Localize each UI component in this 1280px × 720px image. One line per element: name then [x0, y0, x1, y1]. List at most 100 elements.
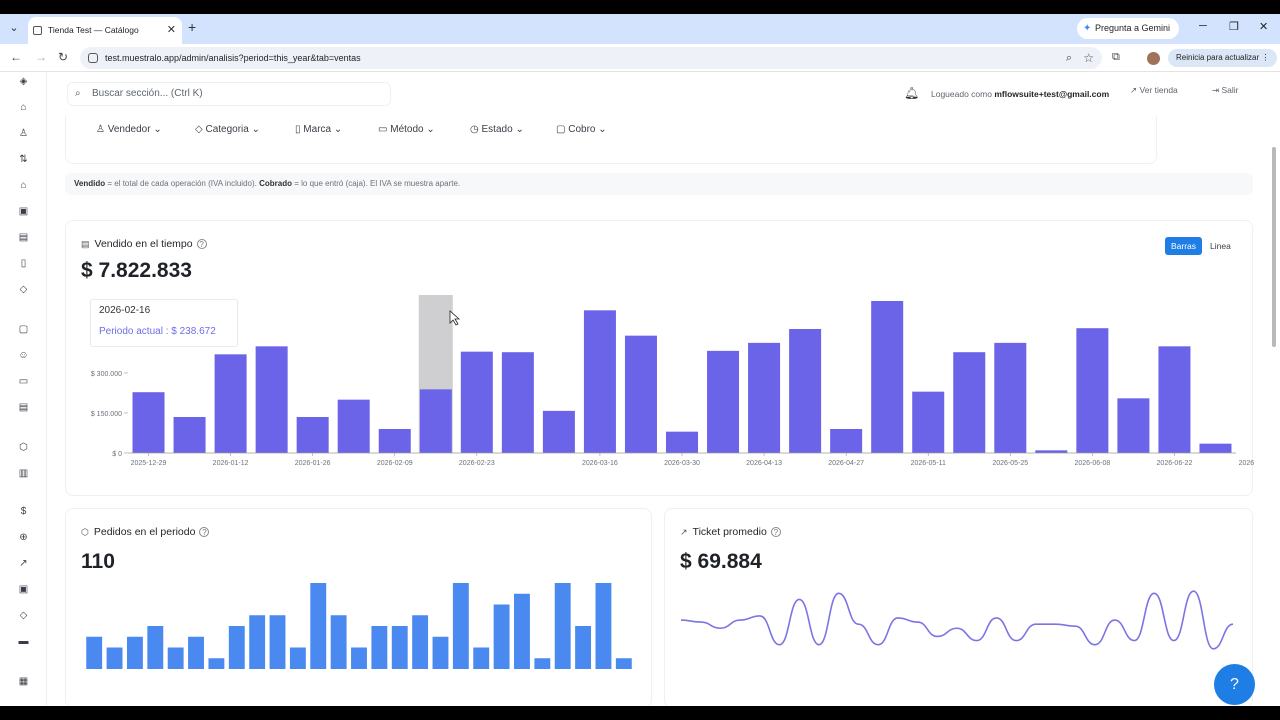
wallet-icon: ▢	[556, 124, 566, 135]
sold-bar	[1117, 398, 1150, 453]
minimize-icon[interactable]: ─	[1199, 20, 1207, 32]
update-button[interactable]: Reinicia para actualizar ⋮	[1168, 49, 1278, 67]
sold-bar	[994, 342, 1027, 453]
sidebar-image-icon[interactable]: ▣	[18, 206, 29, 217]
sidebar-dollar-icon[interactable]: $	[18, 506, 29, 517]
gemini-button[interactable]: ✦ Pregunta a Gemini	[1077, 18, 1180, 39]
sidebar-tags-icon[interactable]: ◇	[18, 284, 29, 295]
search-placeholder: Buscar sección... (Ctrl K)	[92, 88, 203, 99]
card-icon: ▭	[378, 124, 388, 135]
sidebar-download-icon[interactable]: ⊕	[18, 532, 29, 543]
search-icon: ⌕	[75, 88, 81, 99]
orders-bar	[615, 658, 632, 669]
sold-bar	[1158, 346, 1191, 453]
page-scrollbar[interactable]	[1267, 72, 1280, 706]
sidebar-home-icon[interactable]: ⌂	[18, 180, 29, 191]
sidebar-building-icon[interactable]: ▦	[18, 676, 29, 687]
sidebar-file-icon[interactable]: ▯	[18, 258, 29, 269]
orders-bar	[249, 615, 266, 669]
sidebar-box-icon[interactable]: ⬡	[18, 442, 29, 453]
sold-bar	[830, 429, 863, 453]
sold-bar	[624, 335, 657, 453]
sidebar-bag-icon[interactable]: ▢	[18, 324, 29, 335]
sidebar-trend-icon[interactable]: ↗	[18, 558, 29, 569]
logout-button[interactable]: ⇥ Salir	[1212, 85, 1239, 96]
sidebar-award-icon[interactable]: ♙	[18, 128, 29, 139]
sold-bar	[665, 431, 699, 453]
url-field[interactable]: test.muestralo.app/admin/analisis?period…	[80, 47, 1102, 69]
sold-bar	[460, 351, 493, 453]
favicon-icon	[33, 26, 42, 35]
orders-bar	[371, 626, 388, 669]
tooltip-value: Periodo actual : $ 238.672	[99, 326, 216, 337]
x-tick-label: 2025-12-29	[131, 460, 167, 467]
site-info-icon[interactable]	[88, 53, 98, 63]
y-tick-label: $ 150.000	[91, 411, 122, 418]
sold-bar	[296, 417, 329, 453]
filter-marca[interactable]: ▯ Marca ⌄	[295, 124, 342, 135]
tab-search-icon[interactable]: ⌄	[6, 20, 22, 36]
zoom-icon[interactable]: ⌕	[1066, 47, 1072, 69]
x-tick-label: 2026-02-09	[377, 460, 413, 467]
orders-bar	[310, 583, 327, 669]
ticket-line-chart[interactable]	[665, 509, 1254, 706]
filter-cobro[interactable]: ▢ Cobro ⌄	[556, 124, 607, 135]
sidebar-tag-icon[interactable]: ⌂	[18, 102, 29, 113]
x-tick-label: 2026-07-06	[1239, 460, 1254, 467]
orders-bar	[228, 626, 245, 669]
sold-bar	[583, 310, 616, 453]
bookmark-star-icon[interactable]: ☆	[1083, 47, 1094, 69]
new-tab-icon[interactable]: +	[188, 19, 196, 35]
sidebar-transfer-icon[interactable]: ⇅	[18, 154, 29, 165]
tab-bar: ⌄ Tienda Test — Catálogo ✕ + ✦ Pregunta …	[0, 14, 1280, 44]
scroll-thumb[interactable]	[1272, 147, 1276, 347]
tag-icon: ◇	[195, 124, 203, 135]
reload-icon[interactable]: ↻	[58, 50, 68, 64]
sold-bar-chart[interactable]: $ 0 $ 150.000 $ 300.000 2025-12-29 2026-01-1…	[66, 221, 1254, 497]
sidebar-users-icon[interactable]: ☺	[18, 350, 29, 361]
sidebar: ◈ ⌂ ♙ ⇅ ⌂ ▣ ▤ ▯ ◇ ▢ ☺ ▭ ▤ ⬡ ▥ $ ⊕ ↗ ▣ ◇ …	[0, 72, 47, 706]
profile-avatar[interactable]	[1147, 52, 1160, 65]
extensions-icon[interactable]: ⧉	[1112, 51, 1120, 64]
sold-bar	[1076, 328, 1109, 453]
view-store-button[interactable]: ↗ Ver tienda	[1130, 85, 1178, 96]
sold-bar	[378, 429, 411, 453]
sidebar-file-plus-icon[interactable]: ▤	[18, 232, 29, 243]
sidebar-truck-icon[interactable]: ▬	[18, 636, 29, 647]
admin-app: ◈ ⌂ ♙ ⇅ ⌂ ▣ ▤ ▯ ◇ ▢ ☺ ▭ ▤ ⬡ ▥ $ ⊕ ↗ ▣ ◇ …	[0, 72, 1280, 706]
filter-vendedor[interactable]: ♙ Vendedor ⌄	[96, 124, 162, 135]
notification-bell-icon[interactable]: 🔔︎	[904, 86, 919, 100]
sidebar-chart-icon[interactable]: ▥	[18, 468, 29, 479]
sidebar-wallet-icon[interactable]: ▣	[18, 584, 29, 595]
filter-metodo[interactable]: ▭ Método ⌄	[378, 124, 435, 135]
back-icon[interactable]: ←	[10, 50, 22, 64]
orders-bar	[188, 636, 204, 669]
sidebar-ticket-icon[interactable]: ▭	[18, 376, 29, 387]
forward-icon[interactable]: →	[35, 50, 47, 64]
main-content: ♙ Vendedor ⌄ ◇ Categoria ⌄ ▯ Marca ⌄ ▭ M…	[47, 116, 1267, 706]
filter-bar: ♙ Vendedor ⌄ ◇ Categoria ⌄ ▯ Marca ⌄ ▭ M…	[65, 116, 1157, 164]
close-window-icon[interactable]: ✕	[1259, 20, 1268, 33]
sold-bar	[1199, 443, 1232, 453]
support-chat-button[interactable]: ?	[1214, 664, 1255, 705]
orders-bar-chart[interactable]	[66, 509, 653, 706]
maximize-icon[interactable]: ❐	[1229, 20, 1239, 33]
browser-tab[interactable]: Tienda Test — Catálogo ✕	[28, 17, 182, 44]
x-tick-label: 2026-05-11	[911, 460, 946, 467]
sidebar-tag2-icon[interactable]: ◇	[18, 610, 29, 621]
orders-bar	[351, 647, 367, 669]
orders-bar	[575, 626, 592, 669]
filter-categoria[interactable]: ◇ Categoria ⌄	[195, 124, 260, 135]
sidebar-layers-icon[interactable]: ◈	[18, 76, 29, 87]
sidebar-receipt-icon[interactable]: ▤	[18, 402, 29, 413]
chevron-down-icon: ⌄	[426, 124, 435, 135]
browser-window: ⌄ Tienda Test — Catálogo ✕ + ✦ Pregunta …	[0, 14, 1280, 706]
logged-in-user: Logueado como mflowsuite+test@gmail.com	[931, 89, 1110, 99]
close-tab-icon[interactable]: ✕	[167, 17, 176, 44]
sold-over-time-card: ▤ Vendido en el tiempo? $ 7.822.833 Barra…	[65, 220, 1254, 497]
search-input[interactable]: ⌕ Buscar sección... (Ctrl K)	[67, 82, 391, 106]
external-link-icon: ↗	[1130, 85, 1138, 95]
orders-bar	[473, 647, 490, 669]
clock-icon: ◷	[470, 124, 479, 135]
filter-estado[interactable]: ◷ Estado ⌄	[470, 124, 524, 135]
